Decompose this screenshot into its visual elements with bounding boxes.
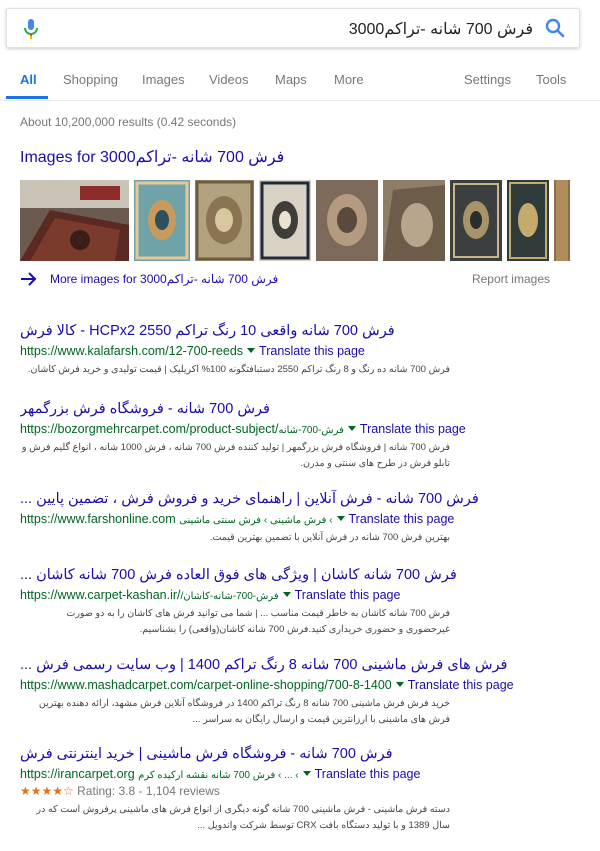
carpet-thumbnail[interactable]: [383, 180, 445, 261]
rating-text: Rating: 3.8 - 1,104 reviews: [77, 784, 220, 798]
result-url-row: https://www.kalafarsh.com/12-700-reeds Tr…: [20, 343, 575, 359]
result-title[interactable]: فرش های فرش ماشینی 700 شانه 8 رنگ تراکم …: [20, 656, 575, 674]
result-snippet: فرش 700 شانه | فروشگاه فرش بزرگمهر | تول…: [21, 442, 450, 469]
tab-all[interactable]: All: [20, 72, 37, 87]
tab-videos[interactable]: Videos: [209, 72, 249, 87]
translate-link[interactable]: Translate this page: [315, 767, 421, 781]
more-images-link[interactable]: More images for فرش 700 شانه -تراکم3000: [50, 272, 278, 286]
search-result: فرش 700 شانه واقعی 10 رنگ تراکم 2550 HCP…: [20, 322, 575, 378]
result-title[interactable]: فرش 700 شانه کاشان | ویژگی های فوق العاد…: [20, 566, 575, 584]
result-url-row: https://bozorgmehrcarpet.com/product-sub…: [20, 421, 575, 437]
result-snippet: فرش 700 شانه ده رنگ و 8 رنگ تراکم 2550 د…: [27, 364, 450, 375]
result-stats: About 10,200,000 results (0.42 seconds): [20, 115, 237, 129]
result-url: https://www.carpet-kashan.ir/: [20, 588, 181, 602]
result-breadcrumb: › فرش ماشینی › فرش سنتی ماشینی: [179, 515, 333, 526]
active-tab-indicator: [6, 96, 48, 99]
result-snippet: فرش 700 شانه کاشان به خاطر قیمت مناسب ..…: [66, 608, 450, 635]
images-heading[interactable]: Images for فرش 700 شانه -تراکم3000: [20, 147, 284, 167]
translate-link[interactable]: Translate this page: [349, 512, 455, 526]
translate-link[interactable]: Translate this page: [295, 588, 401, 602]
result-url-row: https://irancarpet.org › ... › فرش 700 ش…: [20, 766, 575, 782]
result-url: https://www.kalafarsh.com/12-700-reeds: [20, 344, 244, 358]
star-rating-icon: ★★★★☆: [20, 784, 74, 798]
result-breadcrumb: فرش-700-شانه: [278, 425, 344, 436]
report-images-link[interactable]: Report images: [472, 272, 550, 286]
carpet-thumbnail[interactable]: [507, 180, 549, 261]
tab-more[interactable]: More: [334, 72, 364, 87]
result-snippet: بهترین فرش 700 شانه در فرش آنلاین با تضم…: [209, 532, 450, 543]
result-url: https://www.mashadcarpet.com/carpet-onli…: [20, 678, 392, 692]
result-url-row: https://www.mashadcarpet.com/carpet-onli…: [20, 677, 575, 693]
search-bar[interactable]: فرش 700 شانه -تراکم3000: [6, 8, 580, 48]
carpet-thumbnail[interactable]: [554, 180, 570, 261]
result-url-row: https://www.carpet-kashan.ir/فرش-700-شان…: [20, 587, 575, 603]
caret-down-icon[interactable]: [336, 516, 345, 522]
carpet-thumbnail[interactable]: [20, 180, 129, 261]
result-url: https://irancarpet.org: [20, 767, 135, 781]
caret-down-icon[interactable]: [302, 771, 311, 777]
search-result: فرش های فرش ماشینی 700 شانه 8 رنگ تراکم …: [20, 656, 575, 728]
tab-tools[interactable]: Tools: [536, 72, 566, 87]
result-title[interactable]: فرش 700 شانه - فروشگاه فرش بزرگمهر: [20, 400, 575, 418]
result-snippet: خرید فرش فرش ماشینی 700 شانه 8 رنگ تراکم…: [38, 698, 450, 725]
result-title[interactable]: فرش 700 شانه - فروشگاه فرش ماشینی | خرید…: [20, 745, 575, 763]
result-breadcrumb: فرش-700-شانه-کاشان/: [180, 591, 279, 602]
search-result: فرش 700 شانه - فروشگاه فرش بزرگمهر https…: [20, 400, 575, 472]
tab-maps[interactable]: Maps: [275, 72, 307, 87]
result-title[interactable]: فرش 700 شانه واقعی 10 رنگ تراکم 2550 HCP…: [20, 322, 575, 340]
search-result: فرش 700 شانه - فروشگاه فرش ماشینی | خرید…: [20, 745, 575, 834]
search-result: فرش 700 شانه کاشان | ویژگی های فوق العاد…: [20, 566, 575, 638]
rating-row: ★★★★☆ Rating: 3.8 - 1,104 reviews: [20, 783, 575, 799]
result-breadcrumb: › ... › فرش 700 شانه نقشه ارکیده کرم: [138, 770, 299, 781]
translate-link[interactable]: Translate this page: [360, 422, 466, 436]
search-input[interactable]: فرش 700 شانه -تراکم3000: [349, 19, 533, 39]
caret-down-icon[interactable]: [395, 682, 404, 688]
result-url-row: https://www.farshonline.com › فرش ماشینی…: [20, 511, 575, 527]
caret-down-icon[interactable]: [247, 348, 256, 354]
search-result: فرش 700 شانه - فرش آنلاین | راهنمای خرید…: [20, 490, 575, 546]
carpet-thumbnail[interactable]: [259, 180, 311, 261]
search-tabs: All Shopping Images Videos Maps More Set…: [0, 62, 600, 101]
result-url: https://bozorgmehrcarpet.com/product-sub…: [20, 422, 279, 436]
result-title[interactable]: فرش 700 شانه - فرش آنلاین | راهنمای خرید…: [20, 490, 575, 508]
tab-images[interactable]: Images: [142, 72, 185, 87]
caret-down-icon[interactable]: [347, 426, 356, 432]
arrow-right-icon[interactable]: [20, 271, 38, 287]
caret-down-icon[interactable]: [282, 592, 291, 598]
translate-link[interactable]: Translate this page: [408, 678, 514, 692]
result-snippet: دسته فرش ماشینی - فرش ماشینی 700 شانه گو…: [36, 804, 450, 831]
carpet-thumbnail[interactable]: [316, 180, 378, 261]
carpet-thumbnail[interactable]: [450, 180, 502, 261]
carpet-thumbnail[interactable]: [134, 180, 190, 261]
search-icon[interactable]: [545, 18, 565, 38]
microphone-icon[interactable]: [21, 18, 41, 40]
translate-link[interactable]: Translate this page: [259, 344, 365, 358]
tab-shopping[interactable]: Shopping: [63, 72, 118, 87]
more-images-row: More images for فرش 700 شانه -تراکم3000 …: [20, 271, 550, 291]
tab-settings[interactable]: Settings: [464, 72, 511, 87]
carpet-thumbnail[interactable]: [195, 180, 254, 261]
result-url: https://www.farshonline.com: [20, 512, 176, 526]
